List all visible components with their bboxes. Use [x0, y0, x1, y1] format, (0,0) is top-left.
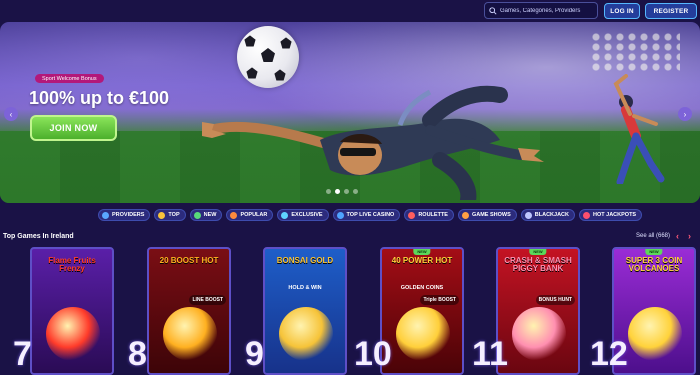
register-button[interactable]: REGISTER [645, 3, 697, 19]
game-card[interactable]: BONSAI GOLD HOLD & WIN [263, 247, 347, 375]
rank-number: 10 [354, 335, 392, 373]
category-game-shows[interactable]: GAME SHOWS [457, 209, 517, 221]
game-artwork [512, 307, 566, 361]
carousel-dot[interactable] [335, 189, 340, 194]
category-label: BLACKJACK [534, 212, 570, 218]
carousel-dot[interactable] [353, 189, 358, 194]
game-subtitle: HOLD & WIN [288, 285, 322, 291]
game-artwork [396, 307, 450, 361]
game-subtitle: GOLDEN COINS [400, 285, 444, 291]
category-top-live-casino[interactable]: TOP LIVE CASINO [332, 209, 401, 221]
login-button[interactable]: LOG IN [604, 3, 640, 19]
crown-icon [158, 211, 166, 219]
category-label: GAME SHOWS [471, 212, 511, 218]
game-title: 40 POWER HOT [391, 256, 453, 265]
game-artwork [163, 307, 217, 361]
category-blackjack[interactable]: BLACKJACK [520, 209, 576, 221]
category-label: TOP LIVE CASINO [346, 212, 395, 218]
game-title: SUPER 3 COIN VOLCANOES [625, 256, 683, 273]
promo-tag: Sport Welcome Bonus [35, 74, 104, 83]
rank-number: 12 [590, 335, 628, 373]
chevron-right-icon[interactable]: › [678, 107, 692, 121]
promo-title: 100% up to €100 [29, 88, 170, 108]
see-all-link[interactable]: See all (668) [636, 233, 670, 239]
game-badge: BONUS HUNT [535, 295, 575, 305]
live-casino-icon [336, 211, 344, 219]
category-label: HOT JACKPOTS [593, 212, 637, 218]
category-top[interactable]: TOP [154, 209, 186, 221]
top-header: LOG IN REGISTER [0, 0, 700, 22]
providers-icon [102, 211, 109, 219]
stadium-lights [590, 32, 680, 72]
game-artwork [279, 307, 333, 361]
game-card[interactable]: NEW CRASH & SMASH PIGGY BANK BONUS HUNT [496, 247, 580, 375]
game-artwork [628, 307, 682, 361]
roulette-icon [408, 211, 416, 219]
game-shows-icon [461, 211, 469, 219]
game-title: Flame Fruits Frenzy [48, 256, 96, 273]
game-title: CRASH & SMASH PIGGY BANK [504, 256, 572, 273]
category-hot-jackpots[interactable]: HOT JACKPOTS [579, 209, 643, 221]
game-title: BONSAI GOLD [276, 256, 334, 265]
goalkeeper-figure [202, 85, 544, 200]
game-card[interactable]: 20 BOOST HOT LINE BOOST [147, 247, 231, 375]
section-title: Top Games In Ireland [3, 233, 74, 240]
category-label: TOP [168, 212, 180, 218]
hero-banner[interactable]: Sport Welcome Bonus 100% up to €100 JOIN… [0, 22, 700, 203]
diamond-icon [281, 211, 289, 219]
game-card[interactable]: NEW 40 POWER HOT GOLDEN COINS Triple BOOST [380, 247, 464, 375]
rank-number: 7 [13, 335, 32, 373]
category-popular[interactable]: POPULAR [226, 209, 274, 221]
rank-number: 11 [472, 335, 508, 373]
join-now-button[interactable]: JOIN NOW [30, 115, 117, 141]
striker-figure [613, 74, 665, 184]
category-exclusive[interactable]: EXCLUSIVE [277, 209, 329, 221]
popular-icon [230, 211, 238, 219]
category-bar: PROVIDERS TOP NEW POPULAR EXCLUSIVE TOP LIVE … [98, 209, 643, 221]
carousel-dots [326, 189, 358, 194]
jackpot-icon [583, 211, 591, 219]
game-badge: Triple BOOST [420, 295, 459, 305]
category-providers[interactable]: PROVIDERS [98, 209, 151, 221]
carousel-dot[interactable] [344, 189, 349, 194]
rank-number: 8 [128, 335, 147, 373]
chevron-right-icon[interactable]: › [688, 231, 691, 241]
category-label: PROVIDERS [112, 212, 145, 218]
search-box[interactable] [484, 2, 598, 19]
new-icon [193, 211, 201, 219]
game-title: 20 BOOST HOT [159, 256, 219, 265]
carousel-dot[interactable] [326, 189, 331, 194]
category-label: EXCLUSIVE [291, 212, 323, 218]
chevron-left-icon[interactable]: ‹ [676, 231, 679, 241]
category-label: POPULAR [240, 212, 268, 218]
game-artwork [46, 307, 100, 361]
chevron-left-icon[interactable]: ‹ [4, 107, 18, 121]
search-input[interactable] [500, 7, 596, 14]
search-icon [489, 6, 497, 15]
blackjack-icon [524, 211, 532, 219]
category-label: ROULETTE [418, 212, 448, 218]
category-label: NEW [203, 212, 217, 218]
rank-number: 9 [245, 335, 264, 373]
game-card[interactable]: Flame Fruits Frenzy [30, 247, 114, 375]
category-new[interactable]: NEW [189, 209, 223, 221]
category-roulette[interactable]: ROULETTE [404, 209, 454, 221]
game-badge: LINE BOOST [189, 295, 226, 305]
